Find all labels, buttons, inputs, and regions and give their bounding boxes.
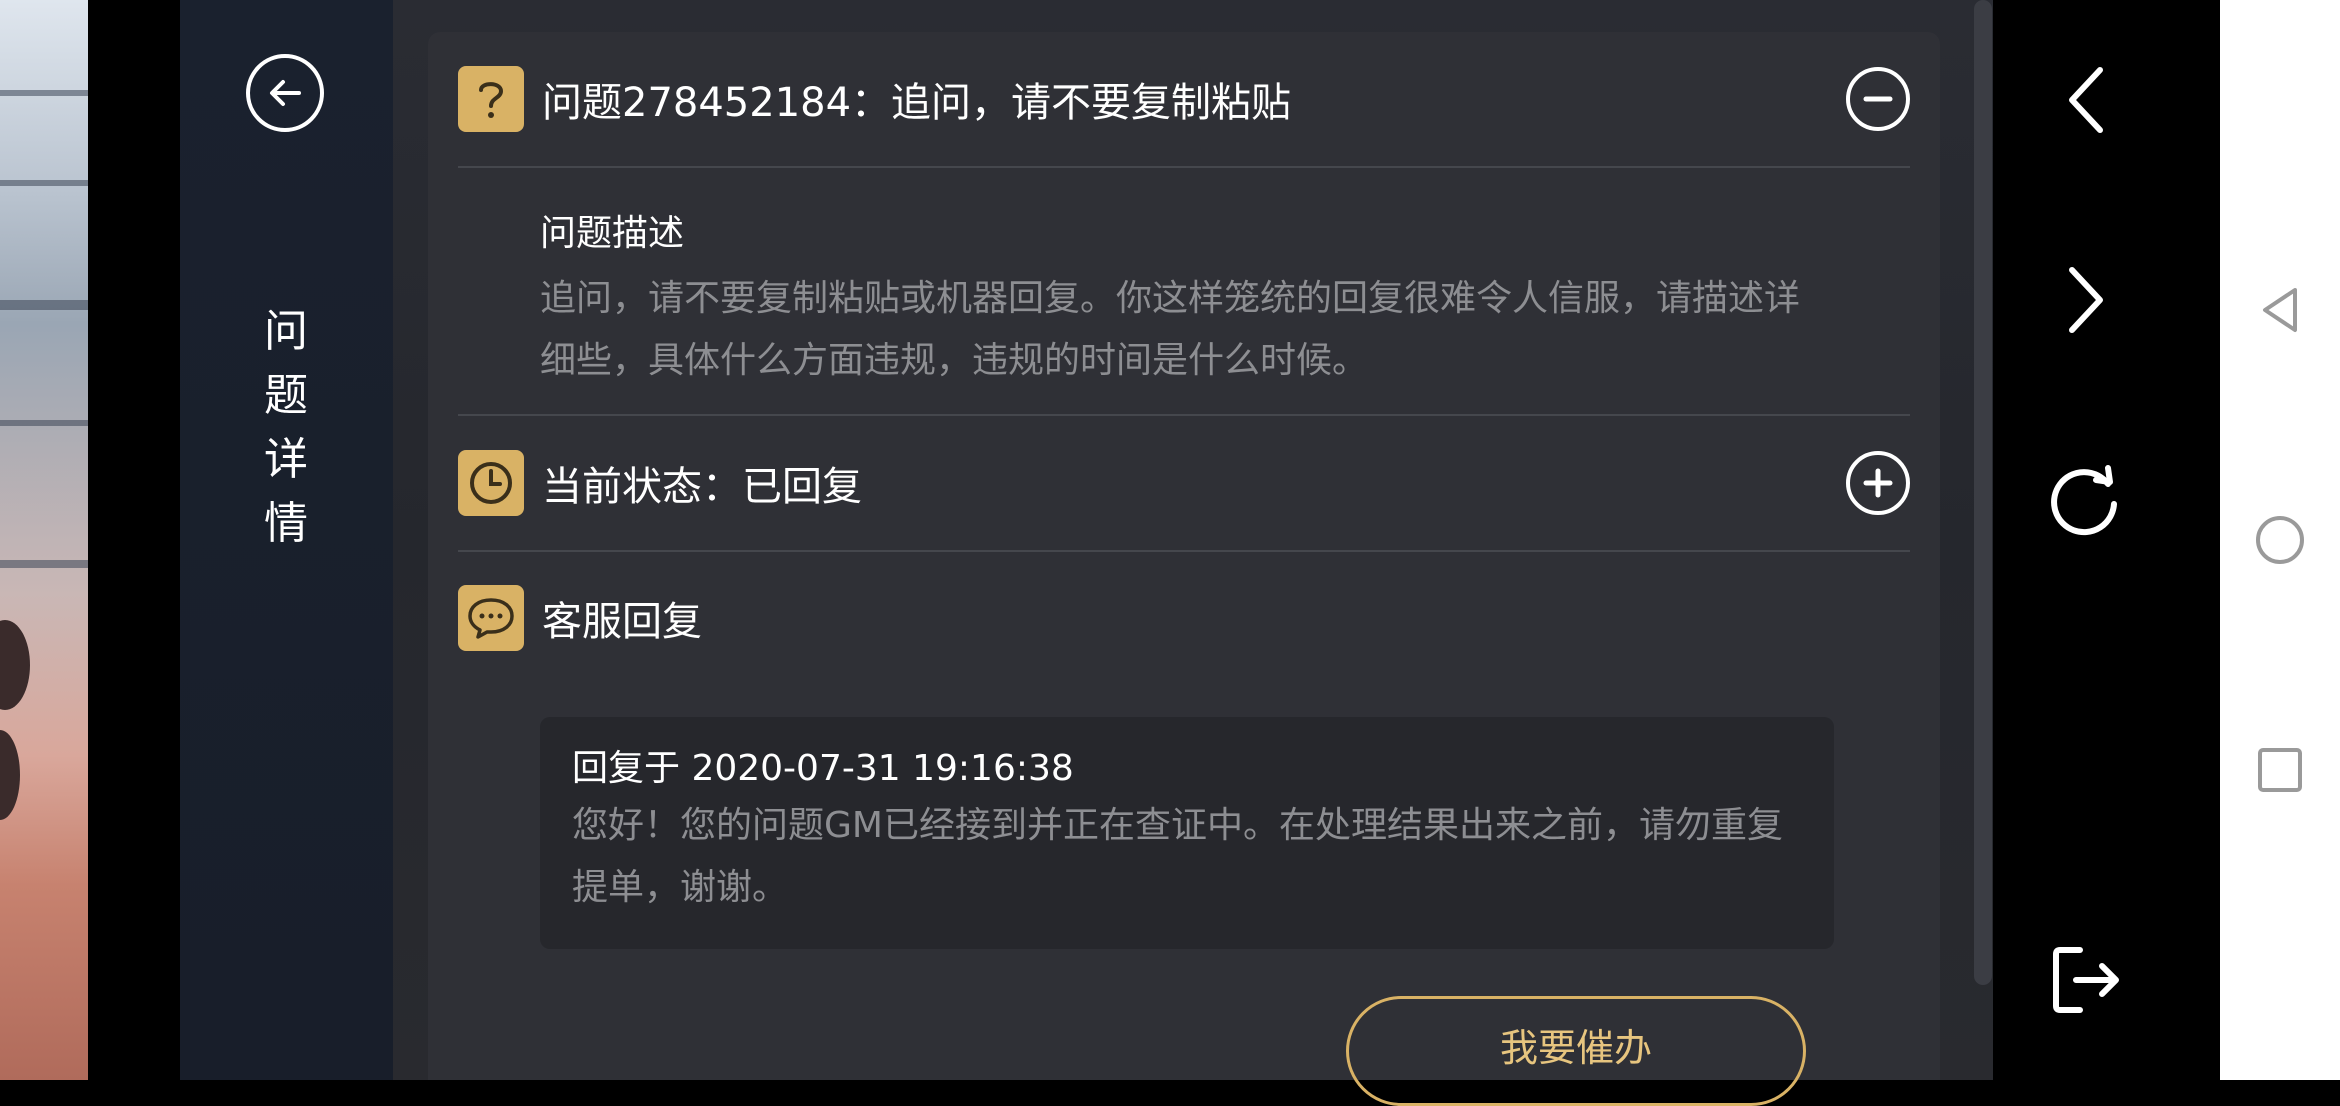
arrow-left-circle-icon: [270, 80, 301, 106]
background-scene: [0, 0, 90, 1080]
recents-square-icon: [2258, 748, 2302, 792]
divider: [458, 550, 1910, 552]
side-rail: 问 题 详 情: [180, 0, 393, 1080]
refresh-icon: [2051, 465, 2117, 536]
page-title: 问 题 详 情: [254, 300, 318, 556]
system-nav-bar: [2220, 0, 2340, 1080]
collapse-button[interactable]: [1846, 67, 1910, 131]
question-title: 问题278452184：追问，请不要复制粘贴: [542, 80, 1292, 126]
urge-button[interactable]: 我要催办: [1346, 996, 1806, 1106]
scrollbar[interactable]: [1974, 0, 1992, 985]
reply-title: 客服回复: [542, 599, 702, 645]
refresh-button[interactable]: [2036, 450, 2136, 550]
chevron-left-icon: [2069, 67, 2103, 133]
question-header: 问题278452184：追问，请不要复制粘贴: [458, 64, 1291, 134]
home-circle-icon: [2256, 516, 2304, 564]
reply-timestamp: 回复于 2020-07-31 19:16:38: [572, 748, 1074, 789]
chevron-right-icon: [2069, 267, 2103, 333]
expand-button[interactable]: [1846, 451, 1910, 515]
reply-header: 客服回复: [458, 583, 702, 653]
back-triangle-icon: [2263, 288, 2297, 332]
divider: [458, 414, 1910, 416]
question-mark-icon: [458, 66, 524, 132]
reply-box: 回复于 2020-07-31 19:16:38 您好！您的问题GM已经接到并正在…: [540, 717, 1834, 949]
page-title-char: 情: [264, 498, 308, 549]
exit-icon: [2053, 947, 2119, 1013]
forward-nav-button[interactable]: [2036, 250, 2136, 350]
plus-circle-icon: [1863, 468, 1893, 498]
divider: [458, 166, 1910, 168]
page-title-char: 问: [264, 306, 308, 357]
description-label: 问题描述: [540, 213, 685, 254]
chat-bubble-icon: [458, 585, 524, 651]
system-recents-button[interactable]: [2250, 740, 2310, 800]
status-header: 当前状态：已回复: [458, 448, 862, 518]
page-title-char: 题: [264, 370, 308, 421]
main-panel: 问题278452184：追问，请不要复制粘贴 问题描述 追问，请不要复制粘贴或机…: [393, 0, 1993, 1106]
status-title: 当前状态：已回复: [542, 464, 862, 510]
description-text: 追问，请不要复制粘贴或机器回复。你这样笼统的回复很难令人信服，请描述详细些，具体…: [540, 278, 1801, 381]
page-title-char: 详: [264, 434, 308, 485]
back-button[interactable]: [246, 54, 324, 132]
ticket-card: 问题278452184：追问，请不要复制粘贴 问题描述 追问，请不要复制粘贴或机…: [428, 32, 1940, 1080]
browser-nav: [1994, 0, 2220, 1080]
reply-text: 您好！您的问题GM已经接到并正在查证中。在处理结果出来之前，请勿重复提单，谢谢。: [572, 805, 1783, 908]
system-back-button[interactable]: [2250, 280, 2310, 340]
clock-icon: [458, 450, 524, 516]
exit-button[interactable]: [2036, 930, 2136, 1030]
system-home-button[interactable]: [2250, 510, 2310, 570]
minus-circle-icon: [1863, 96, 1893, 102]
back-nav-button[interactable]: [2036, 50, 2136, 150]
left-letterbox: [88, 0, 180, 1080]
